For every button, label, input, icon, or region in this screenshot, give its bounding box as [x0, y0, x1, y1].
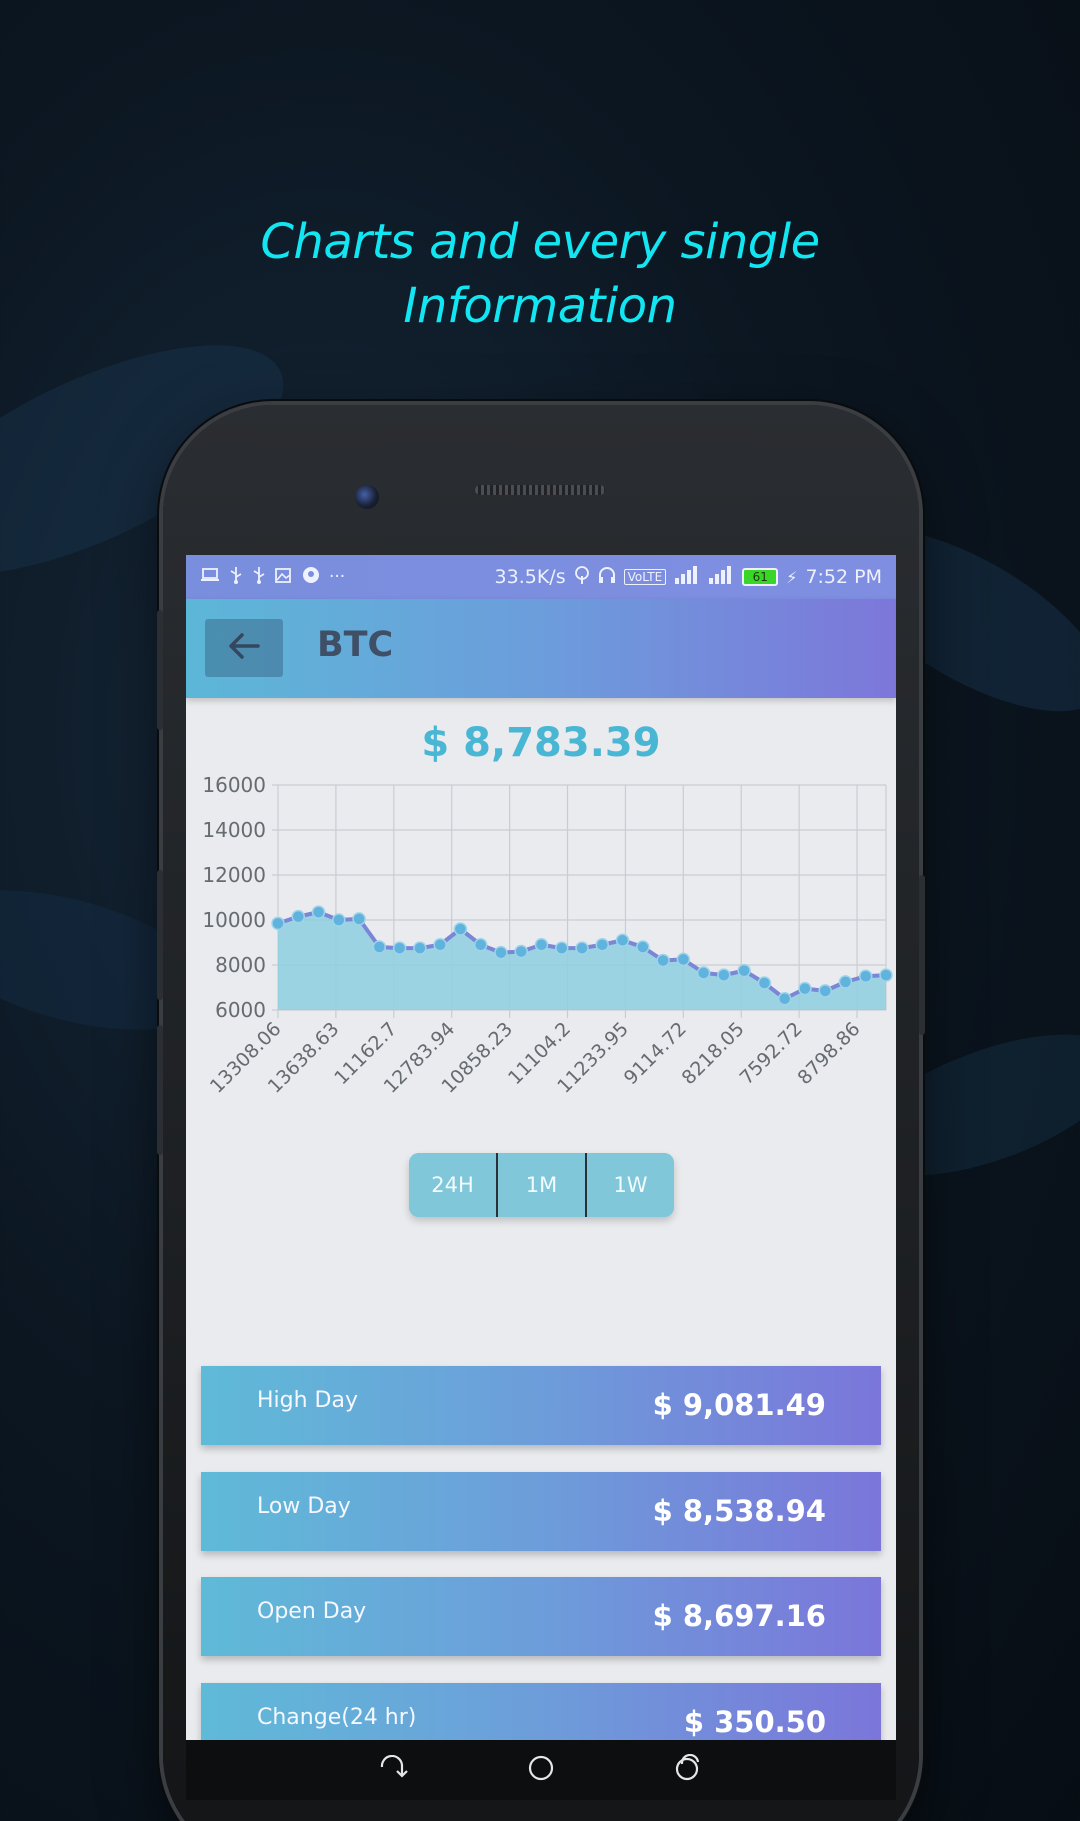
chart-point — [777, 992, 792, 1006]
y-tick-label: 6000 — [215, 998, 266, 1022]
page-title: BTC — [317, 625, 394, 665]
chart-point — [858, 969, 873, 983]
chart-point — [636, 940, 650, 954]
front-camera — [355, 485, 379, 509]
headphones-icon — [598, 566, 616, 589]
nav-home-button[interactable] — [511, 1748, 571, 1792]
nav-back-icon — [378, 1754, 408, 1785]
stat-value: $ 8,538.94 — [652, 1494, 826, 1528]
stat-label: Open Day — [257, 1599, 367, 1624]
chart-point — [656, 953, 670, 968]
phone-side-button — [157, 1025, 163, 1155]
chart-point — [696, 966, 711, 980]
chart-point — [291, 909, 306, 924]
chart-point — [453, 922, 468, 936]
status-bar: ··· 33.5K/s VoLTE 61 ⚡ 7:52 PM — [186, 555, 896, 599]
stat-value: $ 9,081.49 — [652, 1388, 826, 1422]
period-button-24h[interactable]: 24H — [409, 1153, 496, 1217]
usb-icon — [252, 566, 266, 589]
hotspot-icon — [574, 565, 590, 589]
period-selector: 24H 1M 1W — [409, 1153, 674, 1217]
phone-side-button — [157, 610, 163, 730]
chart-point — [737, 963, 751, 978]
nav-back-button[interactable] — [363, 1748, 423, 1792]
headline-line-1: Charts and every single — [260, 214, 820, 270]
x-tick-label: 8798.86 — [793, 1018, 864, 1089]
system-nav-bar — [186, 1740, 896, 1800]
nav-recents-icon — [674, 1753, 704, 1786]
stat-label: Low Day — [257, 1494, 351, 1519]
stat-label: Change(24 hr) — [257, 1705, 417, 1730]
chart-point — [615, 933, 630, 947]
chart-point — [392, 941, 407, 955]
chart-point — [554, 941, 569, 955]
back-button[interactable] — [205, 619, 283, 677]
chart-point — [575, 941, 589, 955]
chart-point — [595, 938, 610, 952]
chart-point — [534, 938, 549, 952]
arrow-left-icon — [227, 631, 261, 665]
chart-point — [676, 952, 691, 967]
location-icon — [302, 566, 320, 589]
price-chart: 16000 14000 12000 10000 8000 6000 13308.06 1363… — [186, 773, 896, 1135]
stat-card-low-day: Low Day $ 8,538.94 — [201, 1472, 881, 1551]
chart-point — [372, 940, 387, 954]
chart-point — [473, 938, 488, 952]
stat-card-open-day: Open Day $ 8,697.16 — [201, 1577, 881, 1656]
stat-card-high-day: High Day $ 9,081.49 — [201, 1366, 881, 1445]
chart-point — [798, 981, 812, 996]
volte-badge: VoLTE — [623, 569, 667, 585]
chart-point — [757, 976, 772, 990]
status-icons-left: ··· — [200, 566, 345, 589]
chart-point — [838, 975, 853, 989]
x-tick-label: 8218.05 — [678, 1018, 749, 1089]
headline-line-2: Information — [403, 278, 677, 334]
stat-value: $ 350.50 — [683, 1705, 826, 1739]
x-tick-label: 9114.72 — [620, 1018, 691, 1089]
chart-point — [717, 968, 731, 982]
app-screen: ··· 33.5K/s VoLTE 61 ⚡ 7:52 PM BTC $ 8,7… — [186, 555, 896, 1740]
y-tick-label: 14000 — [202, 818, 266, 842]
phone-side-button — [157, 870, 163, 1000]
y-tick-label: 16000 — [202, 775, 266, 797]
image-icon — [275, 566, 293, 589]
chart-point — [311, 905, 326, 919]
usb-icon — [229, 566, 243, 589]
headline: Charts and every single Information — [0, 210, 1080, 338]
period-button-1w[interactable]: 1W — [585, 1153, 674, 1217]
period-button-1m[interactable]: 1M — [496, 1153, 585, 1217]
nav-recents-button[interactable] — [659, 1748, 719, 1792]
chart-point — [352, 912, 366, 926]
signal-icon — [674, 565, 700, 589]
more-dots-icon: ··· — [329, 567, 346, 587]
phone-side-button — [919, 875, 925, 1035]
laptop-icon — [200, 567, 220, 588]
signal-icon — [708, 565, 734, 589]
earpiece-speaker — [475, 485, 605, 495]
battery-icon: 61 — [742, 568, 779, 586]
status-icons-right: 33.5K/s VoLTE 61 ⚡ 7:52 PM — [494, 565, 882, 589]
y-tick-label: 8000 — [215, 953, 266, 977]
x-tick-label: 7592.72 — [736, 1018, 807, 1089]
network-speed: 33.5K/s — [494, 566, 566, 588]
price-chart-svg: 160001400012000100008000600013308.061363… — [202, 773, 893, 1098]
stat-label: High Day — [257, 1388, 358, 1413]
stat-value: $ 8,697.16 — [652, 1599, 826, 1633]
stat-card-change-24hr: Change(24 hr) $ 350.50 — [201, 1683, 881, 1740]
app-bar: BTC — [186, 599, 896, 698]
chart-point — [332, 913, 346, 927]
y-tick-label: 10000 — [202, 908, 266, 932]
chart-point — [413, 941, 427, 955]
chart-point — [818, 984, 832, 998]
charging-icon: ⚡ — [786, 567, 798, 587]
y-tick-label: 12000 — [202, 863, 266, 887]
chart-point — [433, 938, 447, 952]
chart-point — [879, 968, 893, 982]
chart-point — [494, 945, 508, 960]
clock: 7:52 PM — [805, 566, 882, 588]
current-price: $ 8,783.39 — [421, 720, 661, 766]
nav-home-icon — [527, 1754, 555, 1786]
chart-point — [271, 916, 285, 931]
chart-point — [514, 944, 528, 959]
